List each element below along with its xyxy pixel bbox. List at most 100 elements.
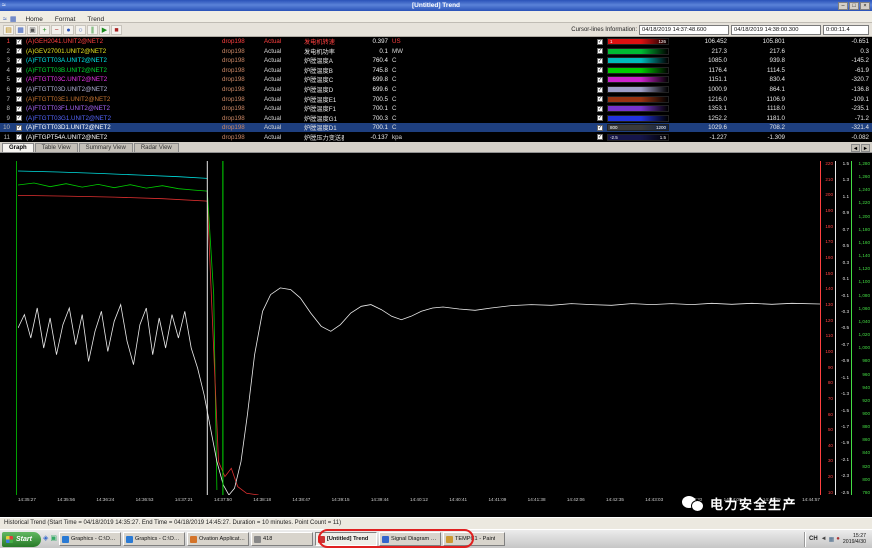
x-axis-label: 14:39:44 [371,497,389,502]
scale-checkbox[interactable]: ✓ [597,115,603,121]
remove-point-icon[interactable]: − [51,25,62,35]
row-number: 2 [0,48,12,55]
row-checkbox[interactable]: ✓ [16,134,22,140]
menu-item-home[interactable]: Home [19,16,48,23]
tab-table-view[interactable]: Table View [35,143,78,152]
pen-scale-bar [607,76,669,83]
menu-item-trend[interactable]: Trend [81,16,110,23]
trend-graph[interactable]: 14:35:2714:35:5614:36:2414:36:5314:37:21… [0,153,872,517]
row-checkbox[interactable]: ✓ [16,77,22,83]
table-row[interactable]: 9✓(A)FTGTT03G1.UNIT2@NET2drop198Actual炉膛… [0,113,872,123]
tab-graph[interactable]: Graph [2,143,34,152]
row-checkbox[interactable]: ✓ [16,125,22,131]
task-button[interactable]: [Untitled] Trend [315,532,377,546]
trend-plot[interactable] [18,161,820,495]
toolbar-icons: ▤▦▣+−●○∥▶■ [3,25,123,35]
delta-value: 0.3 [785,48,869,55]
tab-scroll-left-icon[interactable]: ◄ [851,144,860,152]
zoom-out-icon[interactable]: ○ [75,25,86,35]
y-axis-label: 1.3 [837,177,849,182]
row-checkbox[interactable]: ✓ [16,106,22,112]
play-icon[interactable]: ▶ [99,25,110,35]
cursor1-value: 1000.9 [669,86,727,93]
add-point-icon[interactable]: + [39,25,50,35]
network-icon[interactable]: ▦ [829,536,835,543]
quick-launch-1-icon[interactable]: ◈ [43,532,48,546]
tab-radar-view[interactable]: Radar View [134,143,179,152]
y-axis-label: 210 [822,177,833,182]
task-button[interactable]: Graphics - C:\Ovati... [59,532,121,546]
drop-name: drop198 [222,134,264,141]
task-button[interactable]: TEMPC1 - Paint [443,532,505,546]
scale-checkbox[interactable]: ✓ [597,48,603,54]
language-indicator[interactable]: CH [809,536,818,542]
open-icon[interactable]: ▤ [3,25,14,35]
cursor-lines-icon[interactable]: ∥ [87,25,98,35]
table-row[interactable]: 4✓(A)FTGTT03B.UNIT2@NET2drop198Actual炉膛温… [0,66,872,76]
close-button[interactable]: × [860,2,870,10]
tab-scroll-right-icon[interactable]: ► [861,144,870,152]
table-row[interactable]: 1✓(A)GEH2041.UNIT2@NET2drop198Actual发电机转… [0,37,872,47]
scale-checkbox[interactable]: ✓ [597,125,603,131]
y-axis-label: 160 [822,255,833,260]
menu-bar: ≈▦ HomeFormatTrend [0,11,872,23]
task-button[interactable]: 418 [251,532,313,546]
signal-table: 1✓(A)GEH2041.UNIT2@NET2drop198Actual发电机转… [0,37,872,142]
row-checkbox[interactable]: ✓ [16,67,22,73]
task-button[interactable]: Signal Diagram Viewe... [379,532,441,546]
scale-checkbox[interactable]: ✓ [597,106,603,112]
row-checkbox[interactable]: ✓ [16,58,22,64]
window-title: [Untitled] Trend [412,2,460,9]
stop-icon[interactable]: ■ [111,25,122,35]
scale-checkbox[interactable]: ✓ [597,87,603,93]
scale-checkbox[interactable]: ✓ [597,67,603,73]
scale-checkbox[interactable]: ✓ [597,134,603,140]
y-axis-label: 0.9 [837,210,849,215]
y-axis-label: 150 [822,271,833,276]
print-icon[interactable]: ▣ [27,25,38,35]
minimize-button[interactable]: – [838,2,848,10]
cursor-time-1-field[interactable]: 04/18/2019 14:37:48.600 [639,25,729,35]
row-checkbox[interactable]: ✓ [16,96,22,102]
task-button[interactable]: Graphics - C:\Ovati... [123,532,185,546]
y-axis-label: 200 [822,192,833,197]
start-button[interactable]: Start [2,532,41,547]
table-row[interactable]: 3✓(A)FTGTT03A.UNIT2@NET2drop198Actual炉膛温… [0,56,872,66]
cursor1-value: 1029.6 [669,124,727,131]
alarm-icon[interactable]: ● [836,536,840,543]
scale-checkbox[interactable]: ✓ [597,58,603,64]
zoom-in-icon[interactable]: ● [63,25,74,35]
cursor-time-2-field[interactable]: 04/18/2019 14:38:00.300 [731,25,821,35]
volume-icon[interactable]: ◄ [821,536,827,543]
row-checkbox[interactable]: ✓ [16,39,22,45]
task-button-icon [254,536,261,543]
table-row[interactable]: 5✓(A)FTGTT03C.UNIT2@NET2drop198Actual炉膛温… [0,75,872,85]
scale-checkbox[interactable]: ✓ [597,96,603,102]
table-row[interactable]: 7✓(A)FTGTT03E1.UNIT2@NET2drop198Actual炉膛… [0,94,872,104]
task-button[interactable]: Ovation Applications [187,532,249,546]
save-icon[interactable]: ▦ [15,25,26,35]
table-row[interactable]: 8✓(A)FTGTT03F1.UNIT2@NET2drop198Actual炉膛… [0,104,872,114]
task-button-icon [62,536,69,543]
tab-summary-view[interactable]: Summary View [79,143,133,152]
menu-item-format[interactable]: Format [49,16,82,23]
y-axis-label: 880 [853,424,870,429]
table-row[interactable]: 10✓(A)FTGTT03D1.UNIT2@NET2drop198Actual炉… [0,123,872,133]
x-axis-label: 14:41:38 [528,497,546,502]
x-axis-label: 14:37:50 [214,497,232,502]
cursor-delta-field[interactable]: 0:00:11.4 [823,25,869,35]
quick-launch-2-icon[interactable]: ▣ [50,532,57,546]
scale-checkbox[interactable]: ✓ [597,77,603,83]
table-row[interactable]: 11✓(A)FTGPT54A.UNIT2@NET2drop198Actual炉膛… [0,132,872,142]
scale-checkbox[interactable]: ✓ [597,39,603,45]
row-checkbox[interactable]: ✓ [16,115,22,121]
taskbar-clock[interactable]: 15:27 2019/4/30 [843,533,866,545]
row-checkbox[interactable]: ✓ [16,87,22,93]
table-row[interactable]: 2✓(A)GEV27001.UNIT2@NET2drop198Actual发电机… [0,47,872,57]
row-checkbox[interactable]: ✓ [16,48,22,54]
ovation-trend-window: ≈ [Untitled] Trend –□× ≈▦ HomeFormatTren… [0,0,872,548]
delta-value: -320.7 [785,76,869,83]
cursor1-value: 1252.2 [669,115,727,122]
table-row[interactable]: 6✓(A)FTGTT03D.UNIT2@NET2drop198Actual炉膛温… [0,85,872,95]
maximize-button[interactable]: □ [849,2,859,10]
